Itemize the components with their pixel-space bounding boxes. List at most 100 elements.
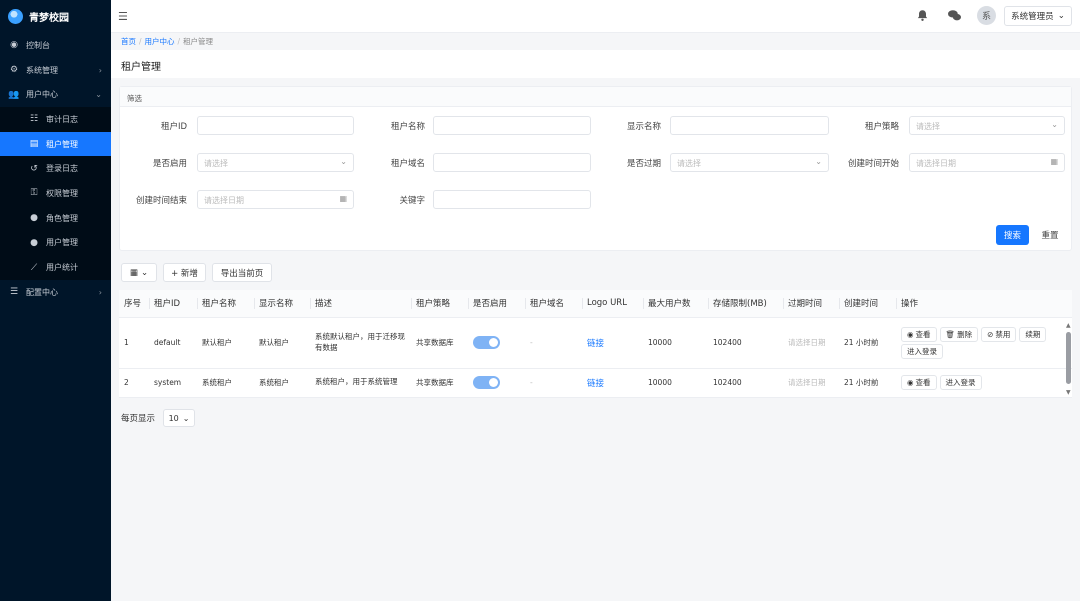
sidebar-item-user-center[interactable]: 👥 用户中心 ⌄	[0, 82, 111, 107]
column-header[interactable]: 序号	[119, 290, 149, 318]
chevron-right-icon: ›	[98, 287, 102, 297]
sidebar-item-login-log[interactable]: ↺ 登录日志	[0, 156, 111, 182]
scrollbar-thumb[interactable]	[1066, 332, 1071, 384]
created-end-picker[interactable]: 请选择日期 ▦	[197, 190, 354, 209]
description: 系统默认租户，用于迁移现有数据	[315, 332, 405, 352]
sidebar-item-system[interactable]: ⚙ 系统管理 ›	[0, 58, 111, 83]
brand: 青梦校园	[0, 0, 111, 33]
column-header[interactable]: 是否启用	[468, 290, 525, 318]
expired-label: 是否过期	[626, 159, 661, 169]
column-header[interactable]: 存储限制(MB)	[708, 290, 783, 318]
column-header[interactable]: 租户ID	[149, 290, 197, 318]
page-size-select[interactable]: 10 ⌄	[163, 409, 196, 427]
column-header[interactable]: 租户域名	[525, 290, 582, 318]
filter-panel: 筛选 租户ID 租户名称 显示名称 租户策略 请选择 ⌄ 是否启用 请选择 ⌄ …	[119, 86, 1072, 251]
display-name-input[interactable]	[670, 116, 829, 135]
enter-login-button[interactable]: 进入登录	[939, 375, 982, 390]
tenant-table: 序号 租户ID 租户名称 显示名称 描述 租户策略 是否启用 租户域名 Logo…	[119, 290, 1072, 398]
key-icon: ⚿	[30, 188, 38, 199]
page-title: 租户管理	[121, 62, 161, 73]
column-header[interactable]: 过期时间	[783, 290, 839, 318]
enabled-toggle[interactable]	[473, 376, 500, 389]
strategy-label: 租户策略	[864, 122, 899, 132]
column-header[interactable]: 租户策略	[411, 290, 468, 318]
column-header[interactable]: 操作	[896, 290, 1072, 318]
view-button[interactable]: ◉ 查看	[901, 375, 937, 390]
chevron-down-icon: ⌄	[340, 157, 347, 166]
sidebar-item-config[interactable]: ☰ 配置中心 ›	[0, 280, 111, 305]
sidebar-item-role[interactable]: ● 角色管理	[0, 205, 111, 231]
user-menu[interactable]: 系统管理员 ⌄	[1004, 6, 1072, 26]
scroll-down-icon[interactable]: ▼	[1066, 389, 1071, 396]
column-header[interactable]: 最大用户数	[643, 290, 708, 318]
renew-button[interactable]: 续期	[1019, 326, 1047, 342]
users-icon: 👥	[8, 89, 20, 100]
sidebar-item-tenant[interactable]: ▤ 租户管理	[0, 131, 111, 157]
created-end-label: 创建时间结束	[135, 196, 187, 206]
sliders-icon: ☰	[9, 287, 19, 298]
eye-icon: ◉	[907, 378, 914, 387]
column-header[interactable]: 创建时间	[839, 290, 896, 318]
chevron-down-icon: ⌄	[140, 267, 149, 278]
chat-icon[interactable]	[947, 9, 962, 22]
dashboard-icon: ◉	[10, 40, 18, 51]
page-header: 租户管理	[111, 50, 1080, 78]
scroll-up-icon[interactable]: ▲	[1066, 322, 1071, 329]
user-name: 系统管理员	[1011, 12, 1054, 22]
list-icon: ☷	[29, 114, 39, 125]
column-settings-button[interactable]: ▦ ⌄	[121, 263, 157, 282]
created-start-picker[interactable]: 请选择日期 ▦	[909, 153, 1065, 172]
column-header[interactable]: 租户名称	[197, 290, 254, 318]
trash-icon: 🗑	[945, 329, 956, 339]
expire-date-picker[interactable]: 请选择日期	[783, 317, 839, 369]
view-button[interactable]: ◉ 查看	[901, 326, 937, 342]
sidebar: 青梦校园 ◉ 控制台 ⚙ 系统管理 › 👥 用户中心 ⌄ ☷ 审计日志 ▤ 租户…	[0, 0, 111, 601]
chevron-down-icon: ⌄	[95, 90, 102, 100]
enabled-select[interactable]: 请选择 ⌄	[197, 153, 354, 172]
expire-date-picker[interactable]: 请选择日期	[783, 368, 839, 398]
breadcrumb-parent[interactable]: 用户中心	[145, 37, 175, 46]
grid-icon: ▦	[129, 267, 138, 278]
menu-fold-icon[interactable]: ☰	[118, 10, 128, 23]
bell-icon[interactable]	[916, 9, 929, 22]
filter-title: 筛选	[120, 87, 1071, 107]
calendar-icon: ▦	[339, 194, 347, 203]
user-group-icon: ●	[30, 237, 38, 248]
logo-link[interactable]: 链接	[587, 379, 604, 389]
column-header[interactable]: 显示名称	[254, 290, 310, 318]
column-header[interactable]: 描述	[310, 290, 411, 318]
expired-select[interactable]: 请选择 ⌄	[670, 153, 829, 172]
app-name: 青梦校园	[29, 13, 69, 24]
search-button[interactable]: 搜索	[996, 225, 1029, 245]
strategy-select[interactable]: 请选择 ⌄	[909, 116, 1065, 135]
sidebar-item-permission[interactable]: ⚿ 权限管理	[0, 181, 111, 206]
display-name-label: 显示名称	[626, 122, 661, 132]
disable-button[interactable]: ⊘ 禁用	[981, 326, 1017, 342]
sidebar-item-user[interactable]: ● 用户管理	[0, 230, 111, 256]
column-header[interactable]: Logo URL	[582, 290, 643, 318]
reset-button[interactable]: 重置	[1034, 225, 1066, 245]
sidebar-item-user-stats[interactable]: ⟋ 用户统计	[0, 255, 111, 280]
table-scrollbar[interactable]: ▲ ▼	[1066, 322, 1072, 396]
add-button[interactable]: + 新增	[163, 263, 206, 282]
sidebar-item-audit-log[interactable]: ☷ 审计日志	[0, 107, 111, 132]
sidebar-item-dashboard[interactable]: ◉ 控制台	[0, 33, 111, 58]
enabled-toggle[interactable]	[473, 336, 500, 349]
page-size-label: 每页显示	[121, 414, 156, 424]
domain-input[interactable]	[433, 153, 591, 172]
breadcrumb: 首页 / 用户中心 / 租户管理	[121, 37, 214, 46]
tenant-name-input[interactable]	[433, 116, 591, 135]
keyword-input[interactable]	[433, 190, 591, 209]
chevron-down-icon: ⌄	[815, 157, 822, 166]
delete-button[interactable]: 🗑 删除	[939, 326, 979, 342]
export-button[interactable]: 导出当前页	[212, 263, 272, 282]
breadcrumb-home[interactable]: 首页	[121, 37, 136, 46]
calendar-icon: ▦	[1050, 157, 1058, 166]
table-row: 2 system 系统租户 系统租户 系统租户，用于系统管理 共享数据库 - 链…	[119, 368, 1072, 398]
enter-login-button[interactable]: 进入登录	[901, 343, 943, 359]
breadcrumb-current: 租户管理	[183, 37, 214, 46]
avatar[interactable]: 系	[977, 6, 996, 25]
tenant-id-input[interactable]	[197, 116, 354, 135]
logo-link[interactable]: 链接	[587, 339, 604, 349]
created-start-label: 创建时间开始	[847, 159, 899, 169]
